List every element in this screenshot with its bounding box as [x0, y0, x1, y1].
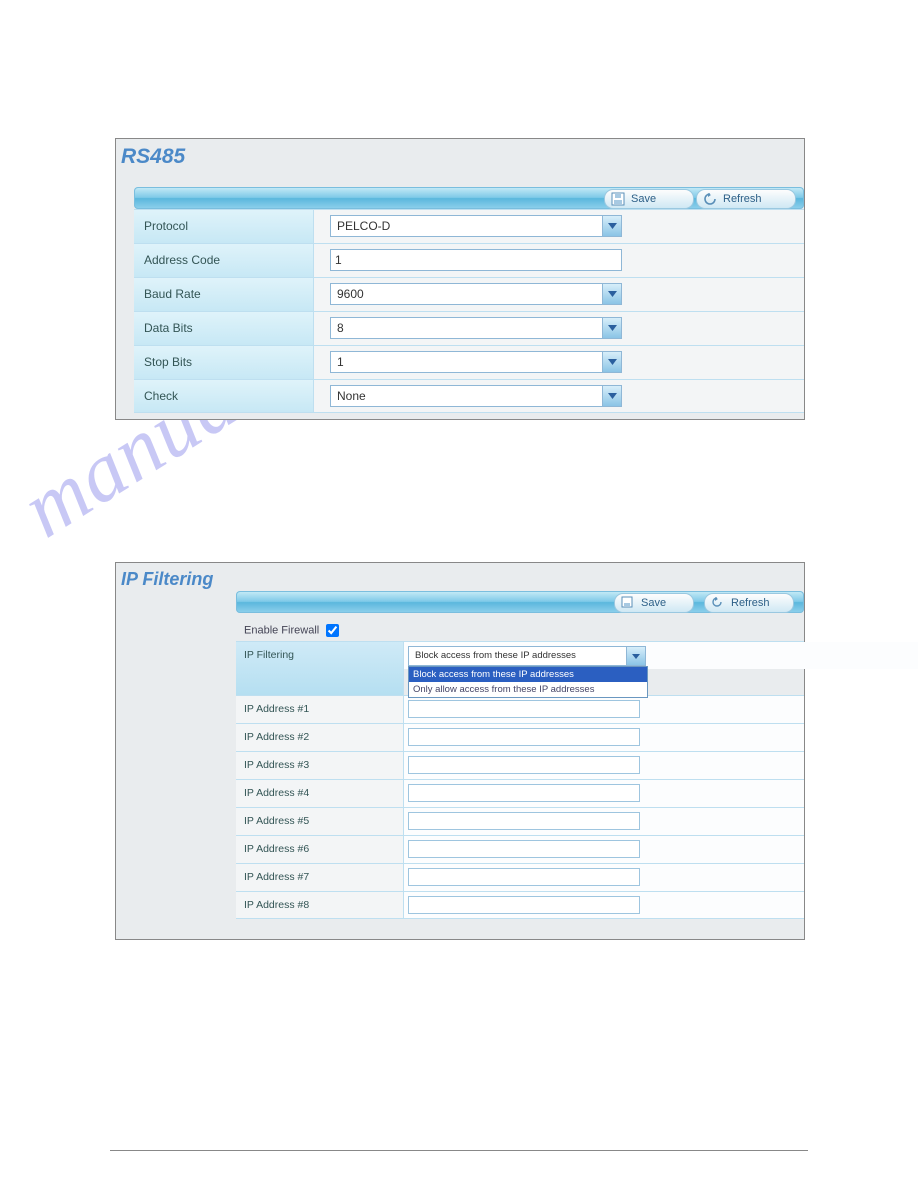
ip-address-row: IP Address #4	[236, 779, 804, 807]
rs485-row-baud: Baud Rate 9600	[134, 277, 804, 311]
chevron-down-icon	[602, 386, 621, 406]
data-bits-select[interactable]: 8	[330, 317, 622, 339]
protocol-select[interactable]: PELCO-D	[330, 215, 622, 237]
footer-rule	[110, 1150, 808, 1151]
stop-bits-select-value: 1	[330, 351, 622, 373]
ip-address-label: IP Address #5	[236, 808, 404, 835]
ipf-toolbar: Save Refresh	[236, 591, 804, 613]
rs485-toolbar: Save Refresh	[134, 187, 804, 209]
save-button[interactable]: Save	[604, 189, 694, 209]
ip-address-row: IP Address #1	[236, 695, 804, 723]
ip-address-label: IP Address #4	[236, 780, 404, 807]
check-label: Check	[134, 380, 314, 412]
ip-filtering-dropdown-list: Block access from these IP addresses Onl…	[408, 666, 648, 698]
ip-filtering-panel: IP Filtering Save Refresh Enable Firewal…	[115, 562, 805, 940]
enable-firewall-label: Enable Firewall	[244, 624, 319, 636]
ip-address-row: IP Address #5	[236, 807, 804, 835]
baud-rate-label: Baud Rate	[134, 278, 314, 311]
check-select-value: None	[330, 385, 622, 407]
ip-address-input-1[interactable]	[408, 700, 640, 718]
stop-bits-label: Stop Bits	[134, 346, 314, 379]
chevron-down-icon	[602, 318, 621, 338]
refresh-button-label: Refresh	[723, 193, 762, 205]
rs485-row-protocol: Protocol PELCO-D	[134, 209, 804, 243]
data-bits-label: Data Bits	[134, 312, 314, 345]
refresh-button-label: Refresh	[731, 597, 770, 609]
save-button-label: Save	[641, 597, 666, 609]
address-code-input[interactable]	[330, 249, 622, 271]
refresh-icon	[711, 596, 723, 608]
protocol-select-value: PELCO-D	[330, 215, 622, 237]
ip-address-input-7[interactable]	[408, 868, 640, 886]
ip-address-label: IP Address #8	[236, 892, 404, 918]
refresh-icon	[703, 192, 717, 206]
ip-address-row: IP Address #3	[236, 751, 804, 779]
ip-address-row: IP Address #6	[236, 835, 804, 863]
ip-filtering-label: IP Filtering	[236, 642, 404, 695]
address-code-label: Address Code	[134, 244, 314, 277]
ip-filtering-select[interactable]: Block access from these IP addresses	[408, 646, 646, 666]
save-icon	[611, 192, 625, 206]
ip-address-input-2[interactable]	[408, 728, 640, 746]
chevron-down-icon	[602, 216, 621, 236]
enable-firewall-checkbox[interactable]	[326, 624, 339, 637]
baud-rate-select[interactable]: 9600	[330, 283, 622, 305]
rs485-row-data-bits: Data Bits 8	[134, 311, 804, 345]
ip-address-input-6[interactable]	[408, 840, 640, 858]
dropdown-option[interactable]: Block access from these IP addresses	[409, 667, 647, 682]
ip-address-input-8[interactable]	[408, 896, 640, 914]
save-button-label: Save	[631, 193, 656, 205]
ip-filtering-select-value: Block access from these IP addresses	[408, 646, 646, 666]
rs485-row-stop-bits: Stop Bits 1	[134, 345, 804, 379]
chevron-down-icon	[626, 647, 645, 665]
ip-address-label: IP Address #6	[236, 836, 404, 863]
check-select[interactable]: None	[330, 385, 622, 407]
refresh-button[interactable]: Refresh	[704, 593, 794, 613]
ip-address-input-5[interactable]	[408, 812, 640, 830]
ip-address-input-4[interactable]	[408, 784, 640, 802]
ip-address-label: IP Address #2	[236, 724, 404, 751]
enable-firewall-row: Enable Firewall	[244, 621, 342, 640]
chevron-down-icon	[602, 352, 621, 372]
save-button[interactable]: Save	[614, 593, 694, 613]
ip-address-row: IP Address #8	[236, 891, 804, 919]
rs485-panel: RS485 Save Refresh Protocol PELCO-D	[115, 138, 805, 420]
ip-filtering-title: IP Filtering	[121, 569, 213, 590]
ip-address-label: IP Address #1	[236, 696, 404, 723]
stop-bits-select[interactable]: 1	[330, 351, 622, 373]
ip-address-row: IP Address #2	[236, 723, 804, 751]
rs485-row-check: Check None	[134, 379, 804, 413]
refresh-button[interactable]: Refresh	[696, 189, 796, 209]
data-bits-select-value: 8	[330, 317, 622, 339]
protocol-label: Protocol	[134, 210, 314, 243]
baud-rate-select-value: 9600	[330, 283, 622, 305]
chevron-down-icon	[602, 284, 621, 304]
ip-address-label: IP Address #7	[236, 864, 404, 891]
rs485-row-address: Address Code	[134, 243, 804, 277]
ip-address-input-3[interactable]	[408, 756, 640, 774]
ip-filtering-row: IP Filtering Block access from these IP …	[236, 641, 804, 695]
dropdown-option[interactable]: Only allow access from these IP addresse…	[409, 682, 647, 697]
rs485-title: RS485	[121, 145, 185, 169]
ip-address-label: IP Address #3	[236, 752, 404, 779]
save-icon	[621, 596, 633, 608]
ip-address-row: IP Address #7	[236, 863, 804, 891]
